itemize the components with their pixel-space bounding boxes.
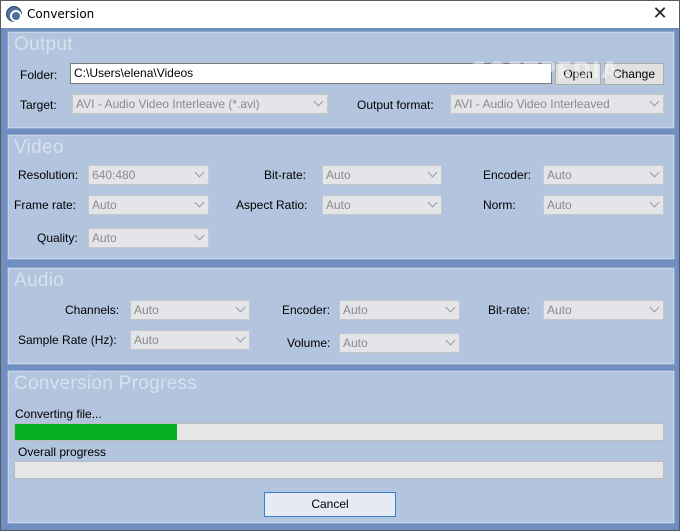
video-panel-title: Video [14,137,64,158]
chevron-down-icon [649,167,660,178]
sample-rate-select[interactable]: Auto [130,330,250,350]
frame-rate-select[interactable]: Auto [88,195,209,215]
audio-encoder-select-value: Auto [343,303,368,317]
video-bitrate-select-value: Auto [326,168,351,182]
overall-progress-bar [14,461,664,479]
audio-encoder-label: Encoder: [282,303,331,317]
sample-rate-label: Sample Rate (Hz): [18,333,117,347]
chevron-down-icon [194,167,205,178]
app-logo-icon [6,6,22,22]
folder-label: Folder: [20,68,58,82]
file-progress-fill [15,424,177,440]
output-panel-title: Output [14,34,73,55]
chevron-down-icon [649,96,660,107]
aspect-ratio-select-value: Auto [326,198,351,212]
resolution-label: Resolution: [18,168,79,182]
target-select-value: AVI - Audio Video Interleave (*.avi) [76,97,260,111]
channels-select[interactable]: Auto [130,300,250,320]
video-panel: Video Resolution: 640:480 Bit-rate: Auto… [7,134,675,260]
converting-file-label: Converting file... [15,407,102,421]
chevron-down-icon [445,302,456,313]
chevron-down-icon [235,302,246,313]
video-bitrate-label: Bit-rate: [264,168,307,182]
softpedia-watermark: SOFTPEDIA [471,59,620,84]
volume-select[interactable]: Auto [339,333,460,353]
output-format-select[interactable]: AVI - Audio Video Interleaved [450,94,664,114]
chevron-down-icon [235,332,246,343]
conversion-window: Conversion ✕ Output Folder: C:\Users\ele… [0,0,680,531]
resolution-select[interactable]: 640:480 [88,165,209,185]
aspect-ratio-label: Aspect Ratio: [236,198,308,212]
sample-rate-select-value: Auto [134,333,159,347]
video-encoder-select-value: Auto [547,168,572,182]
output-format-select-value: AVI - Audio Video Interleaved [454,97,610,111]
volume-select-value: Auto [343,336,368,350]
norm-label: Norm: [483,198,516,212]
frame-rate-select-value: Auto [92,198,117,212]
volume-label: Volume: [287,336,331,350]
chevron-down-icon [313,96,324,107]
video-bitrate-select[interactable]: Auto [322,165,442,185]
audio-encoder-select[interactable]: Auto [339,300,460,320]
channels-label: Channels: [65,303,120,317]
chevron-down-icon [427,197,438,208]
cancel-button[interactable]: Cancel [264,492,396,517]
norm-select[interactable]: Auto [543,195,664,215]
chevron-down-icon [194,197,205,208]
audio-panel: Audio Channels: Auto Encoder: Auto Bit-r… [7,267,675,365]
close-icon[interactable]: ✕ [649,4,671,24]
window-title: Conversion [27,7,95,21]
channels-select-value: Auto [134,303,159,317]
progress-panel-title: Conversion Progress [14,373,198,394]
chevron-down-icon [194,230,205,241]
audio-panel-title: Audio [14,270,65,291]
audio-bitrate-select-value: Auto [547,303,572,317]
chevron-down-icon [427,167,438,178]
quality-label: Quality: [37,231,78,245]
chevron-down-icon [649,197,660,208]
file-progress-bar [14,423,664,441]
audio-bitrate-label: Bit-rate: [488,303,531,317]
target-label: Target: [20,98,57,112]
video-encoder-label: Encoder: [483,168,532,182]
video-encoder-select[interactable]: Auto [543,165,664,185]
title-bar[interactable]: Conversion ✕ [1,1,679,28]
norm-select-value: Auto [547,198,572,212]
chevron-down-icon [445,335,456,346]
resolution-select-value: 640:480 [92,168,136,182]
aspect-ratio-select[interactable]: Auto [322,195,442,215]
quality-select[interactable]: Auto [88,228,209,248]
output-format-label: Output format: [357,98,434,112]
frame-rate-label: Frame rate: [14,198,77,212]
audio-bitrate-select[interactable]: Auto [543,300,664,320]
overall-progress-label: Overall progress [18,445,107,459]
chevron-down-icon [649,302,660,313]
target-select[interactable]: AVI - Audio Video Interleave (*.avi) [72,94,328,114]
quality-select-value: Auto [92,231,117,245]
